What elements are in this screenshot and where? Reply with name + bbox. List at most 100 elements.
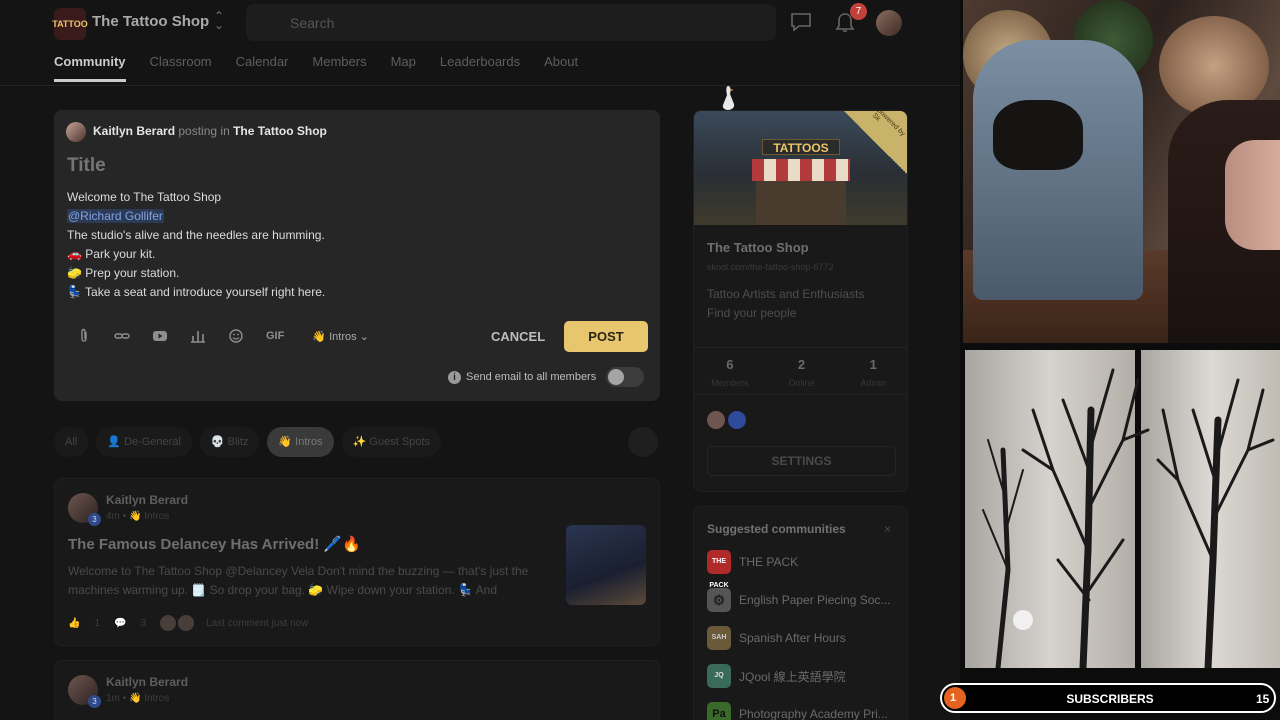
subscriber-label: SUBSCRIBERS (1066, 692, 1154, 706)
sidebar-group-name: The Tattoo Shop (707, 240, 809, 255)
community-icon: SAH (707, 626, 731, 650)
filter-blitz[interactable]: 💀 Blitz (199, 427, 260, 457)
chat-icon[interactable] (790, 12, 812, 32)
comment-icon[interactable]: 💬 (114, 618, 126, 629)
filter-settings-icon[interactable] (628, 427, 658, 457)
avatar[interactable] (728, 411, 746, 429)
mention: @Richard Gollifer (67, 209, 164, 223)
post-meta: 4m • 👋 Intros (106, 511, 170, 522)
tattoo-photo (963, 350, 1280, 668)
shop-sign: TATTOOS (762, 139, 840, 155)
poll-icon[interactable] (190, 328, 206, 344)
level-badge: 3 (88, 513, 101, 526)
category-select[interactable]: 👋 Intros ⌄ (312, 330, 369, 343)
last-comment: Last comment just now (206, 617, 309, 629)
avatar[interactable] (707, 411, 725, 429)
streamer-face (1225, 140, 1280, 250)
title-field[interactable]: Title (67, 155, 106, 177)
filter-de-general[interactable]: 👤 De-General (96, 427, 192, 457)
skool-app: TATTOO The Tattoo Shop ⌃⌄ 7 Community Cl… (0, 0, 960, 720)
tab-calendar[interactable]: Calendar (236, 54, 289, 82)
community-icon: THE PACK (707, 550, 731, 589)
like-count: 1 (94, 617, 101, 629)
post-title[interactable]: The Famous Delancey Has Arrived! 🖊️🔥 (68, 535, 361, 553)
post-meta: 1m • 👋 Intros (106, 693, 170, 704)
info-icon: i (448, 371, 461, 384)
webcam-room-feed (963, 0, 1280, 343)
author-name[interactable]: Kaitlyn Berard (106, 493, 188, 507)
tab-members[interactable]: Members (312, 54, 366, 82)
group-sidebar: TATTOOS powered by Sk The Tattoo Shop sk… (693, 110, 908, 492)
composer-header: Kaitlyn Berard posting in The Tattoo Sho… (93, 124, 327, 138)
search-input[interactable] (246, 4, 776, 41)
group-switcher-icon[interactable]: ⌃ ⌄ (214, 10, 224, 31)
category-filters: All 👤 De-General 💀 Blitz 👋 Intros ✨ Gues… (54, 427, 449, 457)
level-badge: 3 (88, 695, 101, 708)
subscriber-goal-bar: 1 SUBSCRIBERS 15 (940, 683, 1276, 713)
stat-members[interactable]: 6 Members (694, 348, 766, 394)
group-logo[interactable]: TATTOO (52, 8, 88, 40)
shop-front (756, 181, 846, 225)
community-icon: Pa (707, 702, 731, 720)
suggested-title: Suggested communities (707, 522, 846, 536)
composer-toolbar: GIF 👋 Intros ⌄ (76, 328, 369, 344)
awning (752, 159, 850, 181)
suggested-communities: Suggested communities × THE PACK THE PACK… (693, 506, 908, 720)
feed-post[interactable]: 3 Kaitlyn Berard 4m • 👋 Intros The Famou… (54, 478, 660, 646)
tab-map[interactable]: Map (391, 54, 416, 82)
group-name[interactable]: The Tattoo Shop (92, 13, 209, 30)
tab-classroom[interactable]: Classroom (150, 54, 212, 82)
attachment-icon[interactable] (76, 328, 92, 344)
suggested-item[interactable]: ⚙ English Paper Piecing Soc... (707, 588, 899, 612)
top-bar: TATTOO The Tattoo Shop ⌃⌄ 7 Community Cl… (0, 0, 960, 86)
email-members-toggle[interactable] (606, 367, 644, 387)
close-icon[interactable]: × (884, 522, 891, 536)
member-avatars (707, 411, 749, 429)
gif-button[interactable]: GIF (266, 330, 284, 342)
link-icon[interactable] (114, 328, 130, 344)
community-icon: ⚙ (707, 588, 731, 612)
author-name[interactable]: Kaitlyn Berard (106, 675, 188, 689)
post-composer: Kaitlyn Berard posting in The Tattoo Sho… (54, 110, 660, 401)
blue-chair (973, 40, 1143, 300)
tab-community[interactable]: Community (54, 54, 126, 82)
subscriber-goal: 15 (1256, 692, 1270, 706)
notification-badge: 7 (850, 3, 867, 20)
commenter-avatar (178, 615, 195, 631)
post-body-editor[interactable]: Welcome to The Tattoo Shop @Richard Goll… (67, 188, 325, 302)
like-icon[interactable]: 👍 (68, 618, 80, 629)
tree-tattoo (982, 368, 1275, 668)
feed-post[interactable]: 3 Kaitlyn Berard 1m • 👋 Intros (54, 660, 660, 720)
post-button[interactable]: POST (564, 321, 648, 352)
filter-guest-spots[interactable]: ✨ Guest Spots (341, 427, 441, 457)
user-avatar[interactable] (876, 10, 902, 36)
stat-admin[interactable]: 1 Admin (837, 348, 907, 394)
tab-leaderboards[interactable]: Leaderboards (440, 54, 520, 82)
post-thumbnail[interactable] (566, 525, 646, 605)
main-nav: Community Classroom Calendar Members Map… (54, 54, 602, 82)
commenter-avatar (160, 615, 177, 631)
settings-button[interactable]: SETTINGS (707, 446, 896, 476)
group-banner: TATTOOS powered by Sk (694, 111, 907, 225)
stat-online[interactable]: 2 Online (766, 348, 838, 394)
community-icon: JQ (707, 664, 731, 688)
chevron-down-icon: ⌄ (359, 330, 369, 343)
filter-intros[interactable]: 👋 Intros (267, 427, 334, 457)
post-excerpt: Welcome to The Tattoo Shop @Delancey Vel… (68, 564, 529, 597)
group-url[interactable]: skool.com/the-tattoo-shop-6772 (707, 262, 834, 272)
comment-count: 3 (140, 617, 147, 629)
group-description: Tattoo Artists and Enthusiasts Find your … (707, 287, 865, 320)
cancel-button[interactable]: CANCEL (491, 329, 545, 344)
filter-all[interactable]: All (54, 427, 89, 457)
emoji-icon[interactable] (228, 328, 244, 344)
suggested-item[interactable]: JQ JQool 線上英語學院 (707, 664, 899, 688)
group-stats: 6 Members 2 Online 1 Admin (694, 347, 907, 395)
goose-mascot-icon (722, 86, 735, 110)
youtube-icon[interactable] (152, 328, 168, 344)
composer-avatar (66, 122, 86, 142)
tab-about[interactable]: About (544, 54, 578, 82)
suggested-item[interactable]: THE PACK THE PACK (707, 550, 899, 589)
suggested-item[interactable]: SAH Spanish After Hours (707, 626, 899, 650)
suggested-item[interactable]: Pa Photography Academy Pri... (707, 702, 899, 720)
post-stats: 👍 1 💬 3 Last comment just now (68, 615, 322, 631)
